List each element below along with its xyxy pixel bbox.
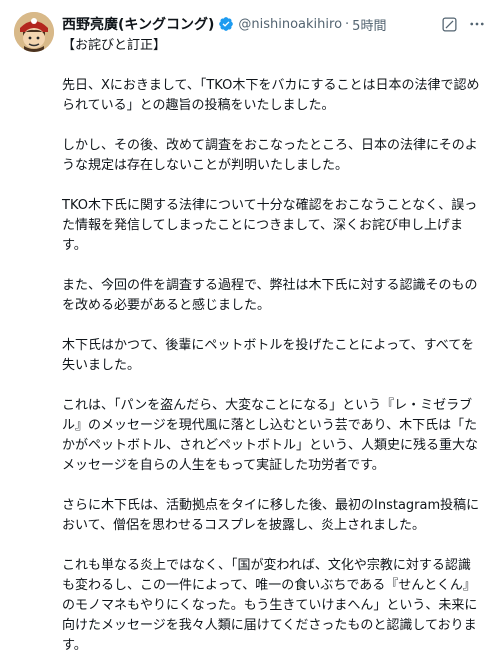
display-name[interactable]: 西野亮廣(キングコング) bbox=[62, 14, 214, 34]
paragraph-6: これは、「パンを盗んだら、大変なことになる」という『レ・ミゼラブル』のメッセージ… bbox=[62, 398, 479, 473]
paragraph-2: しかし、その後、改めて調査をおこなったところ、日本の法律にそのような規定は存在し… bbox=[62, 138, 478, 173]
more-icon[interactable] bbox=[468, 15, 486, 33]
post-title: 【お詫びと訂正】 bbox=[62, 38, 167, 53]
post-timestamp[interactable]: 5時間 bbox=[352, 15, 386, 34]
separator-dot: · bbox=[345, 16, 350, 32]
paragraph-7: さらに木下氏は、活動拠点をタイに移した後、最初のInstagram投稿において、… bbox=[62, 498, 480, 533]
verified-badge-icon bbox=[219, 17, 234, 31]
grok-icon[interactable] bbox=[440, 15, 458, 33]
post: 西野亮廣(キングコング) @nishinoakihiro · 5時間 【お詫びと… bbox=[0, 0, 500, 653]
avatar-illustration-icon bbox=[14, 12, 54, 52]
header-actions bbox=[440, 13, 486, 35]
paragraph-3: TKO木下氏に関する法律について十分な確認をおこなうことなく、誤った情報を発信し… bbox=[62, 198, 478, 253]
paragraph-8: これも単なる炎上ではなく、「国が変われば、文化や宗教に対する認識も変わるし、この… bbox=[62, 558, 478, 653]
paragraph-4: また、今回の件を調査する過程で、弊社は木下氏に対する認識そのものを改める必要があ… bbox=[62, 278, 478, 313]
avatar[interactable] bbox=[14, 12, 54, 52]
paragraph-1: 先日、Xにおきまして、「TKO木下をバカにすることは日本の法律で認められている」… bbox=[62, 78, 480, 113]
post-body: 【お詫びと訂正】 先日、Xにおきまして、「TKO木下をバカにすることは日本の法律… bbox=[62, 36, 482, 656]
paragraph-5: 木下氏はかつて、後輩にペットボトルを投げたことによって、すべてを失いました。 bbox=[62, 338, 474, 373]
handle[interactable]: @nishinoakihiro bbox=[238, 17, 342, 32]
post-header: 西野亮廣(キングコング) @nishinoakihiro · 5時間 bbox=[62, 13, 486, 35]
